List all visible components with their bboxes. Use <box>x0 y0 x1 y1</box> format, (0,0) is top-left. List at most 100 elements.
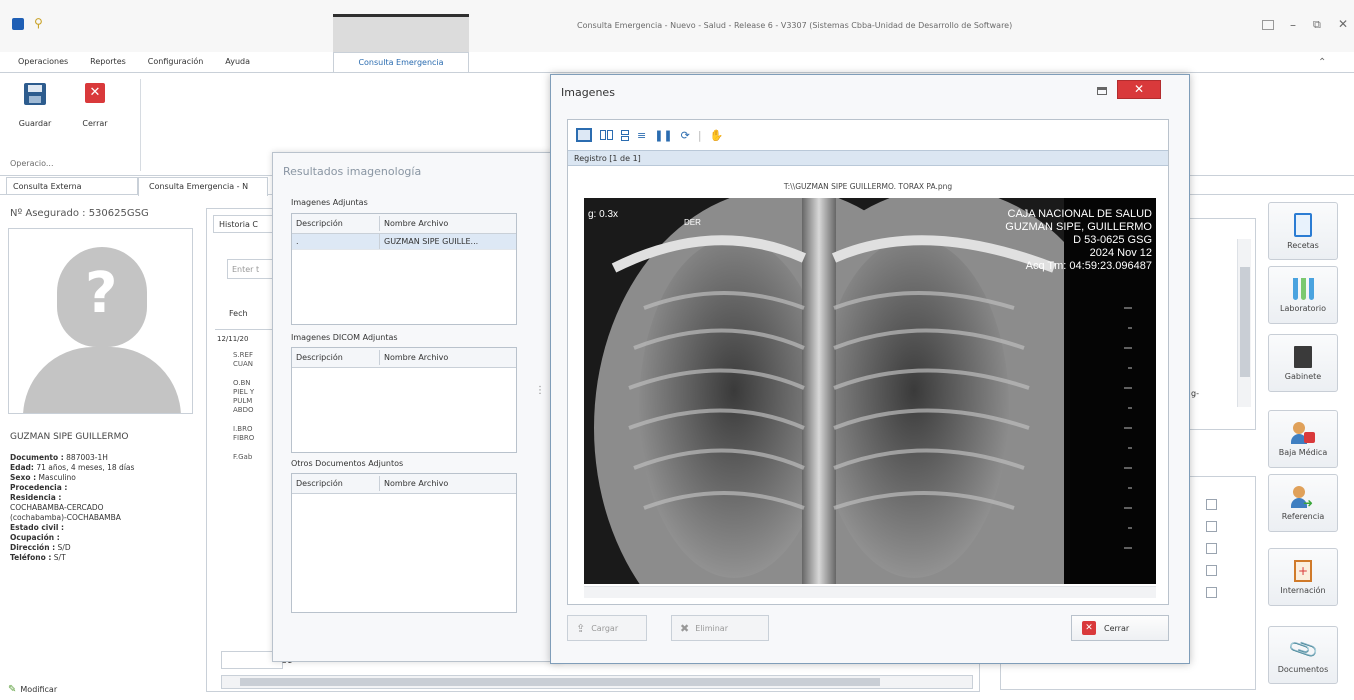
minimize-icon[interactable]: – <box>1290 18 1296 32</box>
record-label: Registro [1 de 1] <box>574 154 641 163</box>
menu-configuracion[interactable]: Configuración <box>148 57 204 66</box>
ribbon-group-label: Operacio... <box>10 159 54 168</box>
search-icon[interactable]: ⚲ <box>34 16 48 30</box>
help-icon[interactable] <box>1262 20 1274 30</box>
person-transfer-icon: ➜ <box>1291 485 1315 510</box>
tab-consulta-externa[interactable]: Consulta Externa <box>6 177 138 195</box>
baja-medica-label: Baja Médica <box>1278 447 1328 457</box>
window-title: Consulta Emergencia - Nuevo - Salud - Re… <box>577 21 1013 30</box>
tab-historia-clinica[interactable]: Historia C <box>213 215 273 233</box>
col-descripcion[interactable]: Descripción <box>292 350 380 365</box>
menu-ayuda[interactable]: Ayuda <box>225 57 250 66</box>
row-nombre-archivo: GUZMAN SIPE GUILLE... <box>384 237 479 246</box>
col-descripcion[interactable]: Descripción <box>292 216 380 231</box>
dialog-restore-icon[interactable] <box>1097 87 1107 95</box>
close-icon: ✕ <box>85 83 105 103</box>
checkbox[interactable] <box>1206 587 1217 598</box>
vertical-pages-icon[interactable] <box>621 129 629 141</box>
viewer-close-button[interactable]: ✕ Cerrar <box>1071 615 1169 641</box>
viewer-scrollbar[interactable] <box>584 586 1156 598</box>
estado-civil-label: Estado civil : <box>10 523 65 532</box>
checkbox[interactable] <box>1206 565 1217 576</box>
images-grid-header: Descripción Nombre Archivo <box>292 214 516 234</box>
referencia-button[interactable]: ➜ Referencia <box>1268 474 1338 532</box>
rotate-icon[interactable]: ⟳ <box>681 129 690 142</box>
laboratorio-button[interactable]: Laboratorio <box>1268 266 1338 324</box>
residencia-line-2: (cochabamba)-COCHABAMBA <box>10 513 121 522</box>
edad-label: Edad: <box>10 463 34 472</box>
checkbox[interactable] <box>1206 499 1217 510</box>
patient-details: Documento : 887003-1H Edad: 71 años, 4 m… <box>10 453 200 563</box>
contextual-tab-header <box>333 14 469 52</box>
toolbar-separator: | <box>697 128 702 142</box>
xray-overlay-text: CAJA NACIONAL DE SALUD GUZMAN SIPE, GUIL… <box>1005 208 1152 273</box>
resize-handle[interactable]: ⋮ <box>535 385 545 396</box>
procedencia-label: Procedencia : <box>10 483 68 492</box>
images-grid: Descripción Nombre Archivo . GUZMAN SIPE… <box>291 213 517 325</box>
viewer-toolbar: ≡ ❚❚ ⟳ | ✋ <box>568 120 1168 150</box>
documentos-label: Documentos <box>1277 664 1329 674</box>
column-layout-icon[interactable]: ❚❚ <box>654 129 672 142</box>
results-dialog: Resultados imagenología Imagenes Adjunta… <box>272 152 562 662</box>
col-descripcion[interactable]: Descripción <box>292 476 380 491</box>
history-line: I.BRO <box>233 425 253 433</box>
residencia-label: Residencia : <box>10 493 62 502</box>
dialog-close-button[interactable]: ✕ <box>1117 80 1161 99</box>
menu-reportes[interactable]: Reportes <box>90 57 126 66</box>
recetas-label: Recetas <box>1287 240 1319 250</box>
history-line: PIEL Y <box>233 388 255 396</box>
close-window-icon[interactable]: ✕ <box>1338 17 1348 31</box>
ribbon-collapse-icon[interactable]: ⌃ <box>1318 57 1326 68</box>
xray-id: D 53-0625 GSG <box>1073 234 1152 246</box>
close-button[interactable]: ✕ Cerrar <box>72 83 118 128</box>
scrollbar-thumb[interactable] <box>240 678 880 686</box>
laboratorio-label: Laboratorio <box>1280 303 1326 313</box>
col-nombre-archivo[interactable]: Nombre Archivo <box>380 350 516 365</box>
telefono-label: Teléfono : <box>10 553 52 562</box>
gabinete-button[interactable]: Gabinete <box>1268 334 1338 392</box>
edad-value: 71 años, 4 meses, 18 días <box>36 463 135 472</box>
history-line: ABDO <box>233 406 254 414</box>
col-nombre-archivo[interactable]: Nombre Archivo <box>380 476 516 491</box>
menu-operaciones[interactable]: Operaciones <box>18 57 68 66</box>
documentos-button[interactable]: 📎 Documentos <box>1268 626 1338 684</box>
history-date: 12/11/20 <box>217 335 249 343</box>
pan-hand-icon[interactable]: ✋ <box>710 129 724 142</box>
delete-button[interactable]: ✖ Eliminar <box>671 615 769 641</box>
load-button[interactable]: ⇪ Cargar <box>567 615 647 641</box>
delete-button-label: Eliminar <box>695 623 728 633</box>
modify-link[interactable]: ✎ Modificar <box>8 684 57 695</box>
col-nombre-archivo[interactable]: Nombre Archivo <box>380 216 516 231</box>
horizontal-layout-icon[interactable]: ≡ <box>637 129 646 142</box>
recetas-button[interactable]: Recetas <box>1268 202 1338 260</box>
paperclip-icon: 📎 <box>1286 631 1320 666</box>
tab-consulta-emergencia-doc[interactable]: Consulta Emergencia - N <box>138 177 268 196</box>
maximize-icon[interactable]: ⧉ <box>1313 18 1321 32</box>
patient-photo: ? <box>8 228 193 414</box>
internacion-label: Internación <box>1280 585 1326 595</box>
pencil-icon: ✎ <box>8 684 17 695</box>
right-panel-scrollbar[interactable] <box>1237 239 1251 407</box>
checkbox[interactable] <box>1206 521 1217 532</box>
scrollbar-thumb[interactable] <box>1240 267 1250 377</box>
sexo-label: Sexo : <box>10 473 37 482</box>
horizontal-scrollbar[interactable] <box>221 675 973 689</box>
baja-medica-button[interactable]: Baja Médica <box>1268 410 1338 468</box>
save-button[interactable]: Guardar <box>12 83 58 128</box>
close-icon: ✕ <box>1133 82 1145 96</box>
load-button-label: Cargar <box>591 623 619 633</box>
internacion-button[interactable]: + Internación <box>1268 548 1338 606</box>
xray-image[interactable]: g: 0.3x DER CAJA NACIONAL DE SALUD GUZMA… <box>584 198 1156 584</box>
single-page-icon[interactable] <box>576 128 592 142</box>
test-tubes-icon <box>1292 277 1314 300</box>
ocupacion-label: Ocupación : <box>10 533 60 542</box>
results-dialog-title: Resultados imagenología <box>283 165 422 178</box>
checkbox[interactable] <box>1206 543 1217 554</box>
close-icon: ✕ <box>1082 621 1096 635</box>
table-row[interactable]: . GUZMAN SIPE GUILLE... <box>292 234 516 250</box>
row-descripcion: . <box>292 234 380 249</box>
two-pages-icon[interactable] <box>600 130 613 140</box>
tab-consulta-externa-label: Consulta Externa <box>13 182 82 191</box>
tab-consulta-emergencia[interactable]: Consulta Emergencia <box>333 52 469 72</box>
others-section-label: Otros Documentos Adjuntos <box>291 459 404 468</box>
